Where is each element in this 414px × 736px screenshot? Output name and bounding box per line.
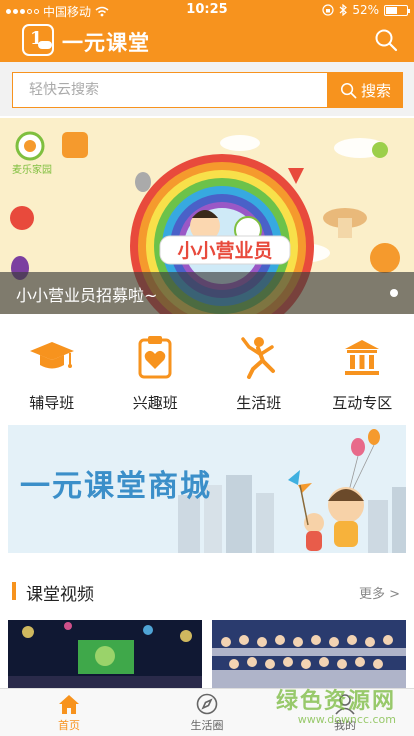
category-tutoring[interactable]: 辅导班 xyxy=(0,332,104,422)
app-screen: 中国移动 10:25 52% 1 一元课堂 轻快云搜索 搜索 小小营业员 麦乐家… xyxy=(0,0,414,736)
runner-icon xyxy=(234,332,284,382)
tab-life-circle[interactable]: 生活圈 xyxy=(138,689,276,736)
graduation-cap-icon xyxy=(27,332,77,382)
bluetooth-icon xyxy=(339,4,348,16)
carousel-indicator[interactable] xyxy=(390,289,398,297)
banner-brand-text: 麦乐家园 xyxy=(12,163,52,176)
category-interactive[interactable]: 互动专区 xyxy=(311,332,414,422)
banner-carousel[interactable]: 小小营业员 麦乐家园 小小营业员招募啦~ xyxy=(0,118,414,314)
app-logo: 1 xyxy=(22,24,54,56)
tab-label: 生活圈 xyxy=(190,719,224,732)
search-bar: 搜索 xyxy=(0,62,414,116)
tab-label: 我的 xyxy=(334,719,356,732)
more-link[interactable]: 更多 > xyxy=(359,583,400,602)
category-life[interactable]: 生活班 xyxy=(207,332,311,422)
stage-performance-thumbnail xyxy=(8,620,202,690)
heart-clipboard-icon xyxy=(130,332,180,382)
banner-art-title: 小小营业员 xyxy=(177,239,272,262)
category-label: 兴趣班 xyxy=(132,394,178,412)
bottom-tab-bar: 首页 生活圈 我的 xyxy=(0,688,414,736)
mall-banner[interactable]: 一元课堂商城 xyxy=(8,425,406,553)
category-label: 辅导班 xyxy=(29,394,75,412)
tab-home[interactable]: 首页 xyxy=(0,689,138,736)
status-bar: 中国移动 10:25 52% xyxy=(0,0,414,20)
category-interest[interactable]: 兴趣班 xyxy=(104,332,208,422)
search-button[interactable]: 搜索 xyxy=(328,72,403,108)
status-right: 52% xyxy=(322,3,410,17)
compass-icon xyxy=(196,693,218,715)
orientation-lock-icon xyxy=(322,4,334,16)
search-button-label: 搜索 xyxy=(360,82,391,100)
section-header: 课堂视频 更多 > xyxy=(0,568,414,614)
video-list xyxy=(0,620,414,690)
app-header: 1 一元课堂 xyxy=(0,20,414,62)
choir-thumbnail xyxy=(212,620,406,690)
tab-mine[interactable]: 我的 xyxy=(276,689,414,736)
tab-label: 首页 xyxy=(58,719,80,732)
museum-icon xyxy=(337,332,387,382)
video-thumbnail[interactable] xyxy=(212,620,406,690)
battery-percent: 52% xyxy=(352,3,379,17)
section-title: 课堂视频 xyxy=(26,585,94,605)
mall-banner-text: 一元课堂商城 xyxy=(20,469,212,504)
category-label: 互动专区 xyxy=(332,394,393,412)
search-icon xyxy=(340,82,357,98)
user-icon xyxy=(335,694,355,715)
home-icon xyxy=(59,695,79,714)
banner-caption: 小小营业员招募啦~ xyxy=(0,272,414,314)
section-accent-bar xyxy=(12,582,16,600)
app-title: 一元课堂 xyxy=(62,31,150,55)
category-grid: 辅导班 兴趣班 生活班 互动专区 xyxy=(0,332,414,422)
video-thumbnail[interactable] xyxy=(8,620,202,690)
banner-caption-text: 小小营业员招募啦~ xyxy=(16,286,158,305)
top-bar: 中国移动 10:25 52% 1 一元课堂 xyxy=(0,0,414,62)
battery-icon xyxy=(384,4,410,16)
search-icon[interactable] xyxy=(374,28,398,52)
search-input[interactable] xyxy=(12,72,328,108)
category-label: 生活班 xyxy=(236,394,282,412)
